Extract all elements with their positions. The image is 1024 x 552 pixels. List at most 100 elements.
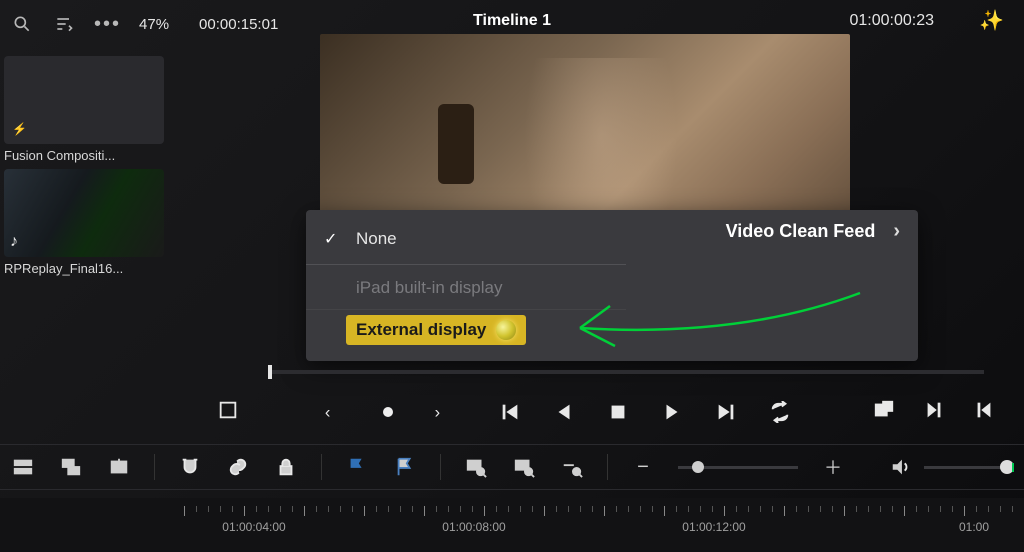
toolbar-divider: [321, 454, 322, 480]
timeline-toolbar: − ＋: [0, 444, 1024, 490]
flag-outline-icon[interactable]: [392, 454, 418, 480]
timeline-title[interactable]: Timeline 1: [473, 12, 551, 30]
menu-item-external-display[interactable]: External display: [306, 309, 626, 353]
ruler-tick: [232, 506, 233, 512]
clip-item[interactable]: ⚡ Fusion Compositi...: [4, 56, 164, 163]
scrub-playhead[interactable]: [268, 365, 272, 379]
menu-heading-row[interactable]: Video Clean Feed ›: [726, 220, 900, 243]
ruler-ticks: 01:00:04:00 01:00:08:00 01:00:12:00 01:0…: [184, 506, 1024, 546]
menu-item-label: None: [356, 229, 397, 249]
ruler-tick: [412, 506, 413, 512]
ruler-tick: [436, 506, 437, 512]
clip-item[interactable]: ♪ RPReplay_Final16...: [4, 169, 164, 276]
more-options-icon[interactable]: •••: [94, 13, 121, 36]
insert-clip-icon[interactable]: [106, 454, 132, 480]
sort-icon[interactable]: [52, 12, 76, 36]
svg-text:‹: ‹: [325, 404, 331, 422]
next-angle-icon[interactable]: ›: [428, 398, 456, 426]
ruler-tick: [448, 506, 449, 512]
ai-tools-icon[interactable]: ✨: [979, 8, 1004, 33]
go-first-frame-icon[interactable]: [496, 398, 524, 426]
detail-zoom-icon[interactable]: [511, 454, 537, 480]
ruler-tick: [640, 506, 641, 512]
ruler-tick: [328, 506, 329, 512]
stop-icon[interactable]: [604, 398, 632, 426]
ruler-label: 01:00:12:00: [682, 520, 745, 534]
ruler-tick: [316, 506, 317, 512]
toolbar-divider: [440, 454, 441, 480]
ruler-tick: [592, 506, 593, 512]
ruler-tick: [724, 506, 725, 516]
ruler-label: 01:00: [959, 520, 989, 534]
prev-angle-icon[interactable]: ‹: [320, 398, 348, 426]
ruler-tick: [952, 506, 953, 512]
ruler-tick: [580, 506, 581, 512]
ruler-tick: [460, 506, 461, 512]
transport-playback-group: [496, 398, 794, 426]
ruler-tick: [532, 506, 533, 512]
ruler-tick: [820, 506, 821, 512]
ruler-tick: [688, 506, 689, 512]
ruler-tick: [940, 506, 941, 512]
ruler-tick: [292, 506, 293, 512]
zoom-slider[interactable]: [678, 466, 798, 469]
ruler-tick: [376, 506, 377, 512]
ruler-tick: [268, 506, 269, 512]
ruler-tick: [736, 506, 737, 512]
timeline-view-icon[interactable]: [10, 454, 36, 480]
ruler-tick: [856, 506, 857, 512]
ruler-tick: [988, 506, 989, 512]
play-reverse-icon[interactable]: [550, 398, 578, 426]
custom-zoom-icon[interactable]: [559, 454, 585, 480]
ruler-tick: [760, 506, 761, 512]
ruler-tick: [196, 506, 197, 512]
ruler-tick: [892, 506, 893, 512]
viewer-zoom-percent[interactable]: 47%: [139, 16, 169, 33]
ruler-tick: [556, 506, 557, 512]
menu-item-ipad-display: iPad built-in display: [306, 267, 626, 309]
lock-icon[interactable]: [273, 454, 299, 480]
match-frame-icon[interactable]: [870, 396, 898, 424]
search-icon[interactable]: [10, 12, 34, 36]
fusion-bolt-icon: ⚡: [12, 122, 27, 136]
zoom-slider-plus-icon[interactable]: ＋: [820, 454, 846, 480]
ruler-tick: [304, 506, 305, 516]
zoom-slider-knob[interactable]: [692, 461, 704, 473]
transport-controls-row: ‹ ›: [180, 370, 1024, 434]
clip-thumbnail: ♪: [4, 169, 164, 257]
zoom-to-fit-icon[interactable]: [463, 454, 489, 480]
next-clip-icon[interactable]: [920, 396, 948, 424]
zoom-slider-minus-icon[interactable]: −: [630, 454, 656, 480]
transport-inout-group: ‹ ›: [320, 398, 456, 426]
record-timecode[interactable]: 01:00:00:23: [849, 12, 934, 30]
ruler-tick: [748, 506, 749, 512]
ruler-tick: [220, 506, 221, 512]
timeline-ruler[interactable]: 01:00:04:00 01:00:08:00 01:00:12:00 01:0…: [0, 498, 1024, 552]
prev-clip-icon[interactable]: [970, 396, 998, 424]
go-last-frame-icon[interactable]: [712, 398, 740, 426]
speaker-icon[interactable]: [888, 454, 914, 480]
ruler-tick: [784, 506, 785, 516]
viewer-scrub-bar[interactable]: [268, 370, 984, 374]
video-clean-feed-menu: Video Clean Feed › ✓ None iPad built-in …: [306, 210, 918, 361]
ruler-tick: [280, 506, 281, 512]
flag-filled-icon[interactable]: [344, 454, 370, 480]
ruler-tick: [364, 506, 365, 516]
menu-body: ✓ None iPad built-in display External di…: [306, 210, 626, 361]
loop-icon[interactable]: [766, 398, 794, 426]
toolbar-divider: [154, 454, 155, 480]
volume-slider[interactable]: [924, 466, 1014, 469]
stacked-timeline-icon[interactable]: [58, 454, 84, 480]
play-icon[interactable]: [658, 398, 686, 426]
safe-area-icon[interactable]: [214, 396, 242, 424]
menu-item-label: External display: [356, 320, 486, 340]
snap-magnet-icon[interactable]: [177, 454, 203, 480]
link-icon[interactable]: [225, 454, 251, 480]
clip-label: Fusion Compositi...: [4, 148, 164, 163]
menu-item-none[interactable]: ✓ None: [306, 218, 626, 260]
record-icon[interactable]: [374, 398, 402, 426]
volume-control: [888, 454, 1014, 480]
ruler-tick: [964, 506, 965, 516]
source-timecode[interactable]: 00:00:15:01: [199, 16, 278, 33]
ruler-tick: [604, 506, 605, 516]
